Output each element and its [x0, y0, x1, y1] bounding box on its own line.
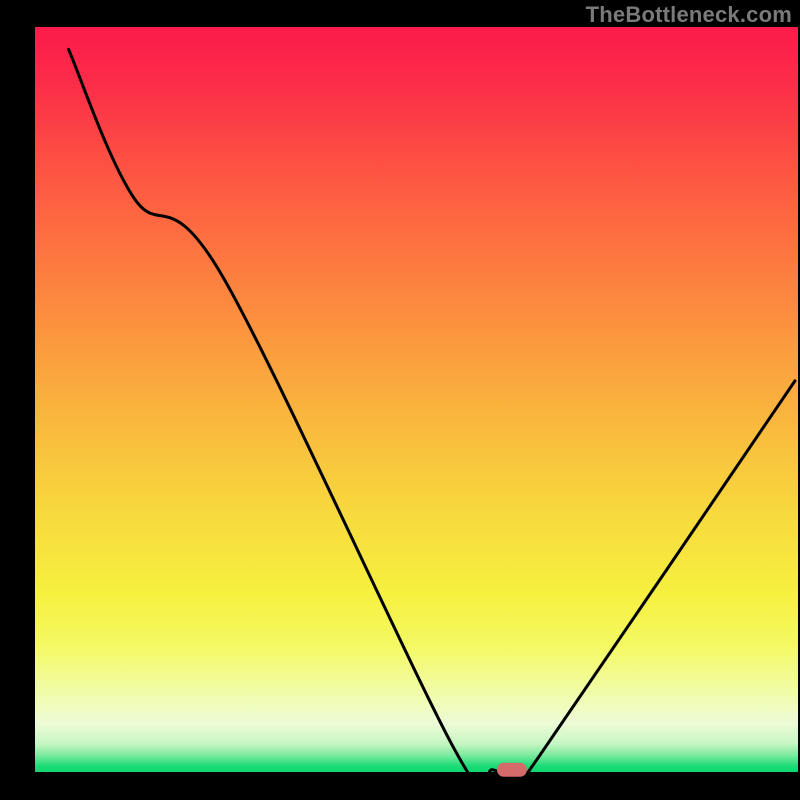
bottleneck-chart: TheBottleneck.com: [0, 0, 800, 800]
marker-pill: [497, 763, 527, 777]
plot-background: [35, 27, 798, 772]
chart-svg: [0, 0, 800, 800]
watermark-text: TheBottleneck.com: [586, 2, 792, 28]
